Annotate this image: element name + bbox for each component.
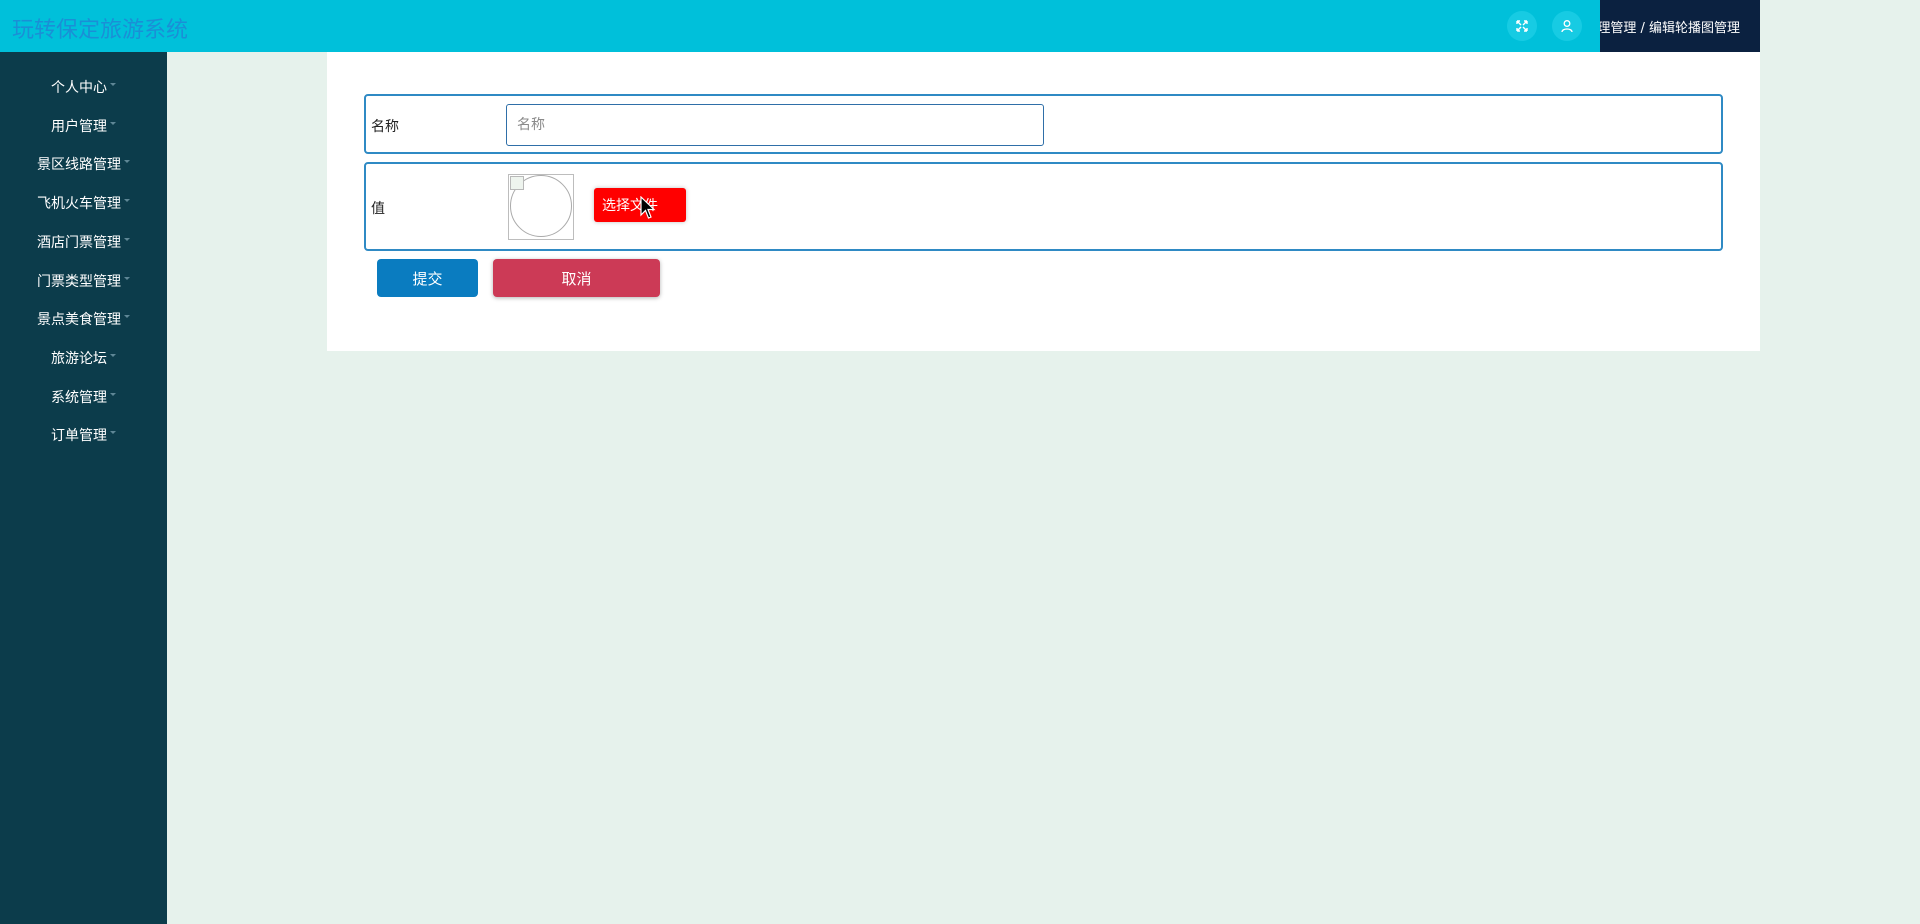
top-bar: 玩转保定旅游系统 轮播图管理管理 / 编辑轮播图管理 xyxy=(0,0,1760,52)
sidebar-item-transport[interactable]: 飞机火车管理 xyxy=(0,185,167,221)
chevron-down-icon xyxy=(124,159,130,163)
edit-form-panel: 名称 值 选择文件 提交 取消 xyxy=(327,52,1760,351)
sidebar-item-label: 系统管理 xyxy=(51,390,107,406)
sidebar-item-label: 飞机火车管理 xyxy=(37,196,121,212)
name-input[interactable] xyxy=(506,104,1044,146)
sidebar-item-system[interactable]: 系统管理 xyxy=(0,379,167,415)
sidebar-item-label: 酒店门票管理 xyxy=(37,235,121,251)
sidebar-item-label: 门票类型管理 xyxy=(37,274,121,290)
sidebar-item-routes[interactable]: 景区线路管理 xyxy=(0,146,167,182)
chevron-down-icon xyxy=(110,392,116,396)
fullscreen-icon[interactable] xyxy=(1507,11,1537,41)
chevron-down-icon xyxy=(124,276,130,280)
chevron-down-icon xyxy=(110,353,116,357)
cancel-button[interactable]: 取消 xyxy=(493,259,660,297)
sidebar-item-label: 用户管理 xyxy=(51,119,107,135)
sidebar-item-forum[interactable]: 旅游论坛 xyxy=(0,340,167,376)
sidebar-item-label: 个人中心 xyxy=(51,80,107,96)
broken-image-icon xyxy=(510,176,524,190)
breadcrumb: 轮播图管理管理 / 编辑轮播图管理 xyxy=(1600,0,1760,52)
chevron-down-icon xyxy=(124,314,130,318)
sidebar: 个人中心 用户管理 景区线路管理 飞机火车管理 酒店门票管理 门票类型管理 景点… xyxy=(0,52,167,924)
chevron-down-icon xyxy=(110,82,116,86)
sidebar-item-orders[interactable]: 订单管理 xyxy=(0,417,167,453)
user-icon-glyph xyxy=(1561,20,1573,33)
chevron-down-icon xyxy=(124,237,130,241)
sidebar-item-food[interactable]: 景点美食管理 xyxy=(0,301,167,337)
sidebar-item-label: 景区线路管理 xyxy=(37,157,121,173)
user-icon[interactable] xyxy=(1552,11,1582,41)
name-label: 名称 xyxy=(371,119,399,135)
sidebar-item-label: 景点美食管理 xyxy=(37,312,121,328)
sidebar-item-label: 订单管理 xyxy=(51,428,107,444)
image-preview xyxy=(508,174,574,240)
sidebar-item-users[interactable]: 用户管理 xyxy=(0,108,167,144)
value-label: 值 xyxy=(371,201,385,217)
chevron-down-icon xyxy=(110,121,116,125)
chevron-down-icon xyxy=(110,430,116,434)
breadcrumb-text: 轮播图管理管理 / 编辑轮播图管理 xyxy=(1600,20,1740,36)
sidebar-item-label: 旅游论坛 xyxy=(51,351,107,367)
sidebar-item-ticket-types[interactable]: 门票类型管理 xyxy=(0,263,167,299)
sidebar-item-personal-center[interactable]: 个人中心 xyxy=(0,69,167,105)
form-row-name: 名称 xyxy=(364,94,1723,154)
fullscreen-icon-glyph xyxy=(1516,20,1528,32)
sidebar-item-hotel-tickets[interactable]: 酒店门票管理 xyxy=(0,224,167,260)
chevron-down-icon xyxy=(124,198,130,202)
mouse-cursor-icon xyxy=(640,196,656,219)
app-title: 玩转保定旅游系统 xyxy=(12,18,189,43)
submit-button[interactable]: 提交 xyxy=(377,259,478,297)
form-row-value: 值 选择文件 xyxy=(364,162,1723,251)
